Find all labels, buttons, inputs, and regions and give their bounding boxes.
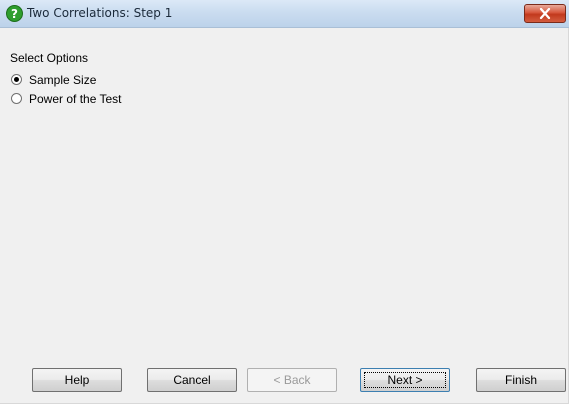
close-button[interactable] bbox=[524, 4, 566, 23]
radio-button-checked[interactable] bbox=[11, 74, 22, 85]
help-button[interactable]: Help bbox=[32, 368, 122, 392]
finish-button[interactable]: Finish bbox=[476, 368, 566, 392]
radio-power-of-test-label: Power of the Test bbox=[29, 92, 122, 106]
radio-button-unchecked[interactable] bbox=[11, 93, 22, 104]
finish-button-label: Finish bbox=[504, 373, 537, 387]
next-button-label: Next > bbox=[387, 373, 423, 387]
select-options-label: Select Options bbox=[10, 51, 89, 65]
close-x-icon bbox=[539, 8, 551, 19]
dialog-window: ? Two Correlations: Step 1 Select Option… bbox=[0, 0, 569, 404]
cancel-button[interactable]: Cancel bbox=[147, 368, 237, 392]
help-button-label: Help bbox=[64, 373, 90, 387]
dialog-client-area: Select Options Sample Size Power of the … bbox=[0, 28, 569, 404]
cancel-button-label: Cancel bbox=[173, 373, 211, 387]
back-button-label: < Back bbox=[273, 373, 311, 387]
title-bar[interactable]: ? Two Correlations: Step 1 bbox=[0, 0, 569, 28]
window-title: Two Correlations: Step 1 bbox=[27, 6, 173, 20]
help-question-icon: ? bbox=[6, 5, 23, 22]
back-button[interactable]: < Back bbox=[247, 368, 337, 392]
svg-text:?: ? bbox=[11, 7, 18, 21]
radio-sample-size-label: Sample Size bbox=[29, 73, 97, 87]
next-button[interactable]: Next > bbox=[360, 368, 450, 392]
